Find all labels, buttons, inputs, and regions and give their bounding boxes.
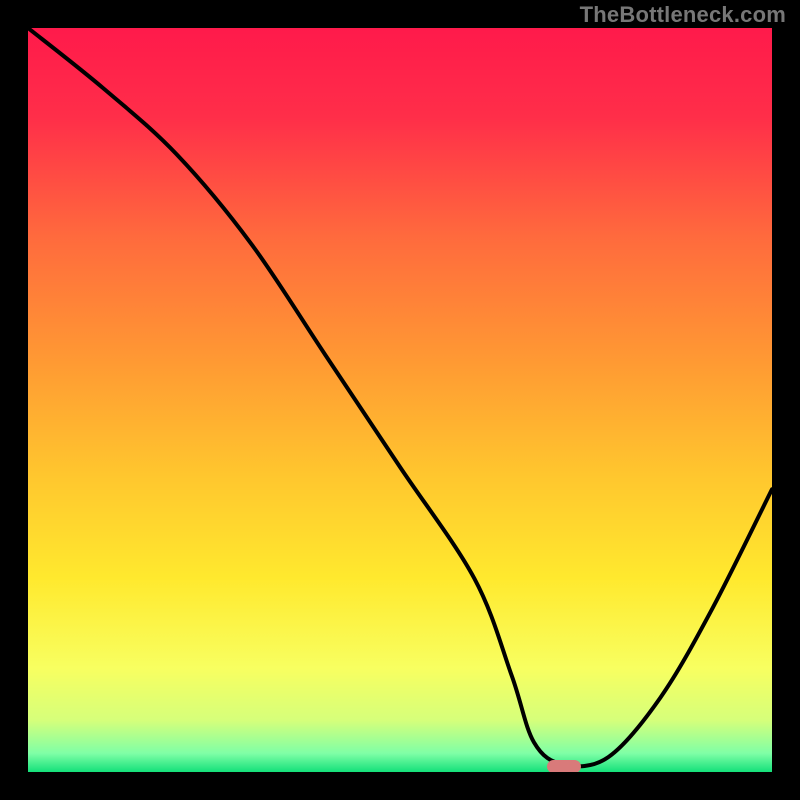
watermark-label: TheBottleneck.com: [580, 2, 786, 28]
chart-frame: TheBottleneck.com: [0, 0, 800, 800]
plot-area: [28, 28, 772, 772]
optimal-point-marker: [547, 760, 581, 773]
bottleneck-curve: [28, 28, 772, 772]
